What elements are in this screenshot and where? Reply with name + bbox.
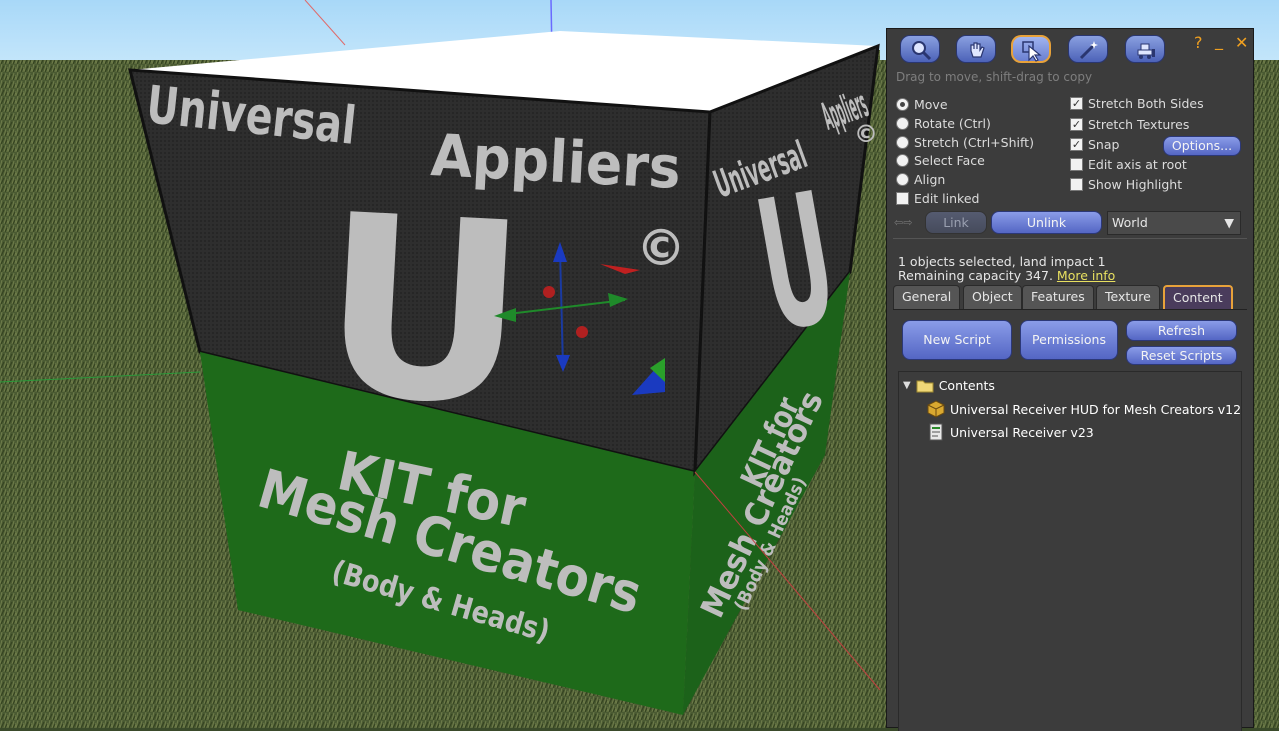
tab-object[interactable]: Object bbox=[963, 285, 1022, 309]
focus-tool-button[interactable] bbox=[900, 35, 940, 63]
tree-folder-contents[interactable]: ▼ Contents bbox=[903, 378, 995, 393]
checkbox-stretch-both-sides[interactable]: ✓ Stretch Both Sides bbox=[1070, 96, 1204, 111]
radio-select-face[interactable]: Select Face bbox=[896, 153, 985, 168]
bulldozer-icon bbox=[1137, 43, 1155, 59]
refresh-button[interactable]: Refresh bbox=[1126, 320, 1237, 341]
unlink-button[interactable]: Unlink bbox=[991, 211, 1102, 234]
radio-stretch[interactable]: Stretch (Ctrl+Shift) bbox=[896, 135, 1034, 150]
checkbox-show-highlight[interactable]: Show Highlight bbox=[1070, 177, 1182, 192]
radio-rotate[interactable]: Rotate (Ctrl) bbox=[896, 116, 991, 131]
move-tool-button[interactable] bbox=[956, 35, 996, 63]
side-copyright: © bbox=[854, 120, 878, 148]
minimize-button[interactable]: _ bbox=[1215, 31, 1223, 50]
tree-item[interactable]: Universal Receiver HUD for Mesh Creators… bbox=[927, 400, 1241, 418]
link-button[interactable]: Link bbox=[925, 211, 987, 234]
select-arrow-icon bbox=[1022, 41, 1042, 62]
new-script-button[interactable]: New Script bbox=[902, 320, 1012, 360]
permissions-button[interactable]: Permissions bbox=[1020, 320, 1118, 360]
tab-underline bbox=[893, 309, 1247, 310]
magic-wand-icon bbox=[1079, 41, 1098, 60]
folder-icon bbox=[916, 380, 934, 392]
chevron-down-icon: ▼ bbox=[1224, 215, 1234, 230]
build-tools-floater[interactable]: ? _ ✕ Drag to move, shift-drag to copy M… bbox=[886, 28, 1254, 731]
edit-tool-button[interactable] bbox=[1011, 35, 1051, 63]
ruler-mode-select[interactable]: World ▼ bbox=[1107, 211, 1241, 235]
help-button[interactable]: ? bbox=[1194, 33, 1203, 52]
drag-hint: Drag to move, shift-drag to copy bbox=[896, 70, 1093, 84]
tab-general[interactable]: General bbox=[893, 285, 961, 309]
options-button[interactable]: Options... bbox=[1163, 136, 1241, 156]
radio-align[interactable]: Align bbox=[896, 172, 945, 187]
checkbox-stretch-textures[interactable]: ✓ Stretch Textures bbox=[1070, 117, 1189, 132]
expand-triangle-icon[interactable]: ▼ bbox=[903, 380, 911, 391]
magnifier-icon bbox=[912, 41, 932, 61]
link-prev-next-icon[interactable]: ⇦⇨ bbox=[894, 216, 912, 229]
checkbox-edit-linked[interactable]: Edit linked bbox=[896, 191, 979, 206]
tree-item[interactable]: Universal Receiver v23 bbox=[927, 423, 1094, 441]
more-info-link[interactable]: More info bbox=[1057, 268, 1115, 283]
land-tool-button[interactable] bbox=[1125, 35, 1165, 63]
separator bbox=[893, 238, 1247, 239]
close-button[interactable]: ✕ bbox=[1235, 33, 1248, 52]
checkbox-snap[interactable]: ✓ Snap bbox=[1070, 137, 1119, 152]
radio-move[interactable]: Move bbox=[896, 97, 948, 112]
reset-scripts-button[interactable]: Reset Scripts bbox=[1126, 346, 1237, 365]
tab-content[interactable]: Content bbox=[1163, 285, 1233, 309]
tab-features[interactable]: Features bbox=[1022, 285, 1094, 309]
grab-hand-icon bbox=[970, 42, 985, 58]
create-tool-button[interactable] bbox=[1068, 35, 1108, 63]
capacity-status: Remaining capacity 347. More info bbox=[898, 268, 1116, 283]
tab-texture[interactable]: Texture bbox=[1096, 285, 1160, 309]
object-box-icon bbox=[927, 400, 945, 418]
script-icon bbox=[929, 423, 943, 441]
cube-big-letter: U bbox=[315, 160, 533, 461]
checkbox-edit-axis-at-root[interactable]: Edit axis at root bbox=[1070, 157, 1187, 172]
selection-status: 1 objects selected, land impact 1 bbox=[898, 254, 1106, 269]
copyright-symbol: © bbox=[636, 219, 686, 277]
